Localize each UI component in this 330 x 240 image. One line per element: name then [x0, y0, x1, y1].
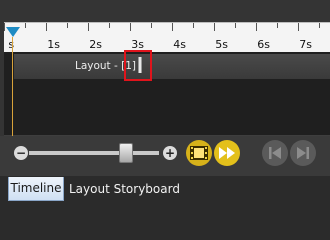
- skip-forward-icon: [297, 147, 309, 159]
- ruler-tick: [235, 23, 236, 28]
- ruler-tick: [109, 23, 110, 28]
- highlight-box: [124, 50, 152, 81]
- filmstrip-button[interactable]: [186, 140, 212, 166]
- ruler-label: 2s: [89, 38, 103, 51]
- zoom-out-symbol: −: [15, 146, 27, 160]
- track-label: Layout - [1]: [74, 60, 136, 72]
- layout-track[interactable]: Layout - [1]: [14, 54, 330, 79]
- ruler-tick: [214, 23, 215, 31]
- ruler-tick: [46, 23, 47, 31]
- play-forward-icon: [219, 147, 235, 159]
- zoom-slider-thumb[interactable]: [119, 143, 133, 163]
- track-area[interactable]: Layout - [1]: [4, 52, 330, 136]
- ruler-tick: [298, 23, 299, 31]
- time-ruler[interactable]: s 1s 2s 3s 4s 5s 6s 7s: [4, 22, 330, 52]
- ruler-tick: [172, 23, 173, 31]
- zoom-in-icon[interactable]: +: [163, 146, 177, 160]
- zoom-in-symbol: +: [164, 146, 176, 160]
- filmstrip-icon: [190, 146, 208, 160]
- ruler-label: 5s: [215, 38, 229, 51]
- ruler-tick: [130, 23, 131, 31]
- tab-layout-storyboard[interactable]: Layout Storyboard: [69, 177, 180, 201]
- tab-timeline[interactable]: Timeline: [8, 177, 64, 201]
- ruler-tick: [319, 23, 320, 28]
- skip-back-icon: [269, 147, 281, 159]
- zoom-slider-track[interactable]: [29, 151, 159, 155]
- ruler-label: 1s: [47, 38, 61, 51]
- ruler-tick: [151, 23, 152, 28]
- skip-forward-button[interactable]: [290, 140, 316, 166]
- playhead-line[interactable]: [12, 37, 13, 136]
- play-forward-button[interactable]: [214, 140, 240, 166]
- ruler-tick: [25, 23, 26, 28]
- ruler-tick: [256, 23, 257, 31]
- skip-back-button[interactable]: [262, 140, 288, 166]
- ruler-tick: [88, 23, 89, 31]
- ruler-tick: [277, 23, 278, 28]
- ruler-label: 6s: [257, 38, 271, 51]
- ruler-tick: [4, 23, 5, 31]
- playhead-marker-icon[interactable]: [6, 27, 20, 37]
- ruler-label: 7s: [299, 38, 313, 51]
- ruler-tick: [67, 23, 68, 28]
- ruler-label: 4s: [173, 38, 187, 51]
- ruler-tick: [193, 23, 194, 28]
- zoom-out-icon[interactable]: −: [14, 146, 28, 160]
